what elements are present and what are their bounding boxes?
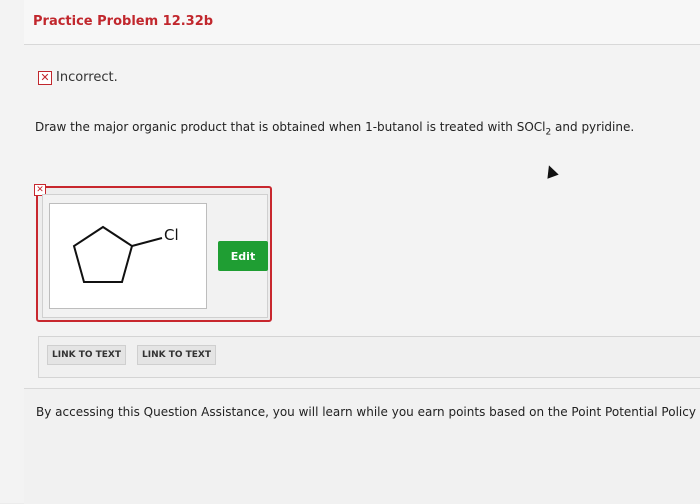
- answer-frame: ✕ Cl Edit: [34, 184, 272, 322]
- page: Practice Problem 12.32b ✕ Incorrect. Dra…: [0, 0, 700, 504]
- mouse-pointer-icon: [543, 163, 559, 179]
- status-row: ✕ Incorrect.: [38, 70, 118, 85]
- molecule-drawing[interactable]: Cl: [49, 203, 207, 309]
- edit-button[interactable]: Edit: [218, 241, 268, 271]
- cyclopentyl-chloride-structure: Cl: [72, 225, 179, 283]
- question-post: and pyridine.: [551, 120, 635, 134]
- status-incorrect: Incorrect.: [56, 70, 118, 85]
- link-to-text-button-1[interactable]: LINK TO TEXT: [47, 345, 127, 365]
- assistance-text: By accessing this Question Assistance, y…: [36, 405, 696, 419]
- close-icon: ✕: [38, 70, 52, 85]
- link-to-text-button-2[interactable]: LINK TO TEXT: [137, 345, 217, 365]
- cyclopentane-ring: [72, 225, 134, 283]
- chlorine-label: Cl: [164, 226, 179, 244]
- problem-title: Practice Problem 12.32b: [33, 14, 214, 29]
- answer-area: Cl Edit: [42, 194, 268, 318]
- question-assistance: By accessing this Question Assistance, y…: [24, 388, 700, 504]
- question-text: Draw the major organic product that is o…: [35, 120, 634, 137]
- c-cl-bond: [131, 237, 163, 247]
- question-pre: Draw the major organic product that is o…: [35, 120, 546, 134]
- links-bar: LINK TO TEXT LINK TO TEXT: [38, 336, 700, 378]
